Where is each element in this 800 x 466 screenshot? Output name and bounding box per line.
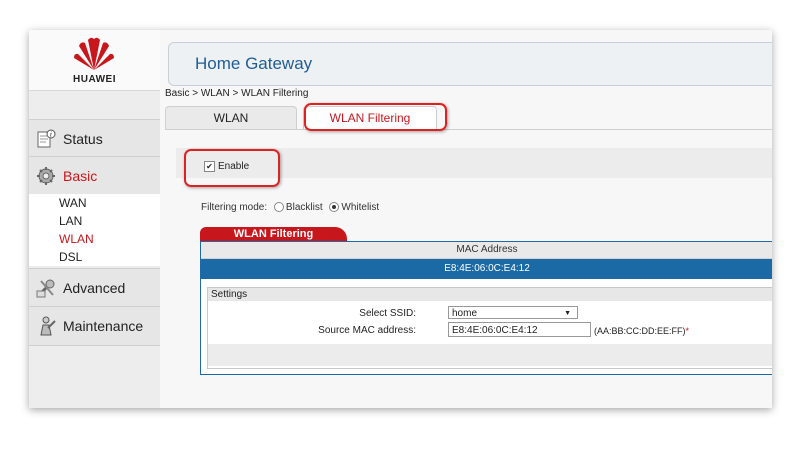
main-panel: Home Gateway Basic > WLAN > WLAN Filteri… xyxy=(160,30,772,408)
sidebar-item-label: Basic xyxy=(63,168,98,184)
maintenance-icon xyxy=(40,316,56,336)
svg-text:i: i xyxy=(50,132,52,139)
submenu-item-dsl[interactable]: DSL xyxy=(29,248,160,266)
mac-format-hint: (AA:BB:CC:DD:EE:FF)* xyxy=(594,326,689,336)
screenshot-frame: HUAWEI i Status Basic WAN LAN WLAN DSL A… xyxy=(29,30,772,408)
select-ssid-label: Select SSID: xyxy=(359,308,416,319)
sidebar-item-label: Advanced xyxy=(63,280,126,296)
huawei-flower-icon xyxy=(74,37,114,70)
sidebar-item-label: Maintenance xyxy=(63,318,144,334)
filtering-mode: Filtering mode: Blacklist Whitelist xyxy=(201,202,379,213)
sidebar-item-advanced[interactable]: Advanced xyxy=(29,268,160,308)
required-marker: * xyxy=(685,326,690,336)
tab-bar: WLAN WLAN Filtering xyxy=(165,102,772,130)
mac-address-column-header: MAC Address xyxy=(201,242,772,259)
settings-title: Settings xyxy=(208,288,772,301)
logo-text: HUAWEI xyxy=(73,74,116,85)
wlan-filtering-section-tab: WLAN Filtering xyxy=(200,227,347,241)
page-header: Home Gateway xyxy=(168,42,772,86)
settings-panel: Settings Select SSID: home ▼ Source MAC … xyxy=(207,287,772,369)
sidebar-item-maintenance[interactable]: Maintenance xyxy=(29,306,160,346)
ssid-select[interactable]: home ▼ xyxy=(448,306,578,319)
basic-submenu: WAN LAN WLAN DSL xyxy=(29,194,160,266)
submenu-item-wan[interactable]: WAN xyxy=(29,194,160,212)
mac-format-text: (AA:BB:CC:DD:EE:FF) xyxy=(594,326,686,336)
submenu-item-lan[interactable]: LAN xyxy=(29,212,160,230)
tab-wlan[interactable]: WLAN xyxy=(165,106,297,129)
enable-highlight-annotation xyxy=(184,149,280,187)
breadcrumb: Basic > WLAN > WLAN Filtering xyxy=(165,88,309,99)
mac-filter-table: MAC Address E8:4E:06:0C:E4:12 Settings S… xyxy=(200,241,772,375)
status-icon: i xyxy=(37,129,56,148)
filtering-mode-label: Filtering mode: xyxy=(201,202,268,213)
ssid-select-value: home xyxy=(452,308,478,319)
huawei-logo: HUAWEI xyxy=(29,30,160,91)
whitelist-radio[interactable] xyxy=(329,202,340,213)
advanced-tools-icon xyxy=(36,279,55,298)
sidebar-item-status[interactable]: i Status xyxy=(29,119,160,159)
settings-footer xyxy=(208,344,772,366)
sidebar-item-label: Status xyxy=(63,131,103,147)
tab-highlight-annotation xyxy=(304,103,447,131)
source-mac-input[interactable]: E8:4E:06:0C:E4:12 xyxy=(448,322,591,337)
source-mac-label: Source MAC address: xyxy=(318,325,416,336)
submenu-item-wlan[interactable]: WLAN xyxy=(29,230,160,248)
blacklist-label: Blacklist xyxy=(285,202,323,213)
table-row[interactable]: E8:4E:06:0C:E4:12 xyxy=(201,259,772,279)
sidebar-item-basic[interactable]: Basic xyxy=(29,156,160,196)
page-title: Home Gateway xyxy=(195,54,313,73)
sidebar: HUAWEI i Status Basic WAN LAN WLAN DSL A… xyxy=(29,30,160,408)
basic-gear-icon xyxy=(37,167,55,185)
dropdown-arrow-icon: ▼ xyxy=(564,310,571,317)
whitelist-label: Whitelist xyxy=(341,202,380,213)
blacklist-radio[interactable] xyxy=(273,202,284,213)
